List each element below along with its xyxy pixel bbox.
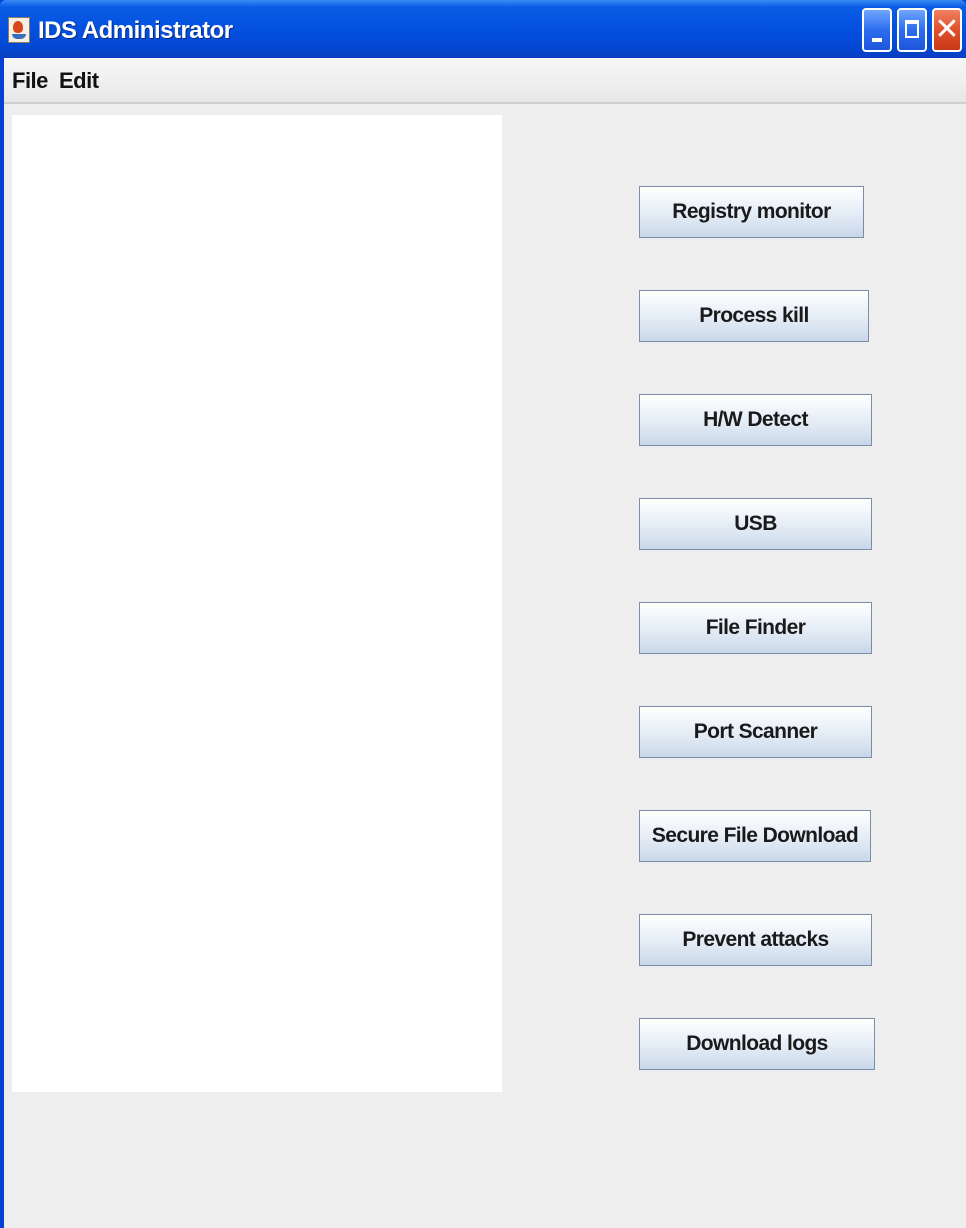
- java-cup-icon[interactable]: [8, 17, 30, 43]
- prevent-attacks-button[interactable]: Prevent attacks: [639, 914, 872, 966]
- download-logs-button[interactable]: Download logs: [639, 1018, 875, 1070]
- close-icon: ✕: [934, 13, 960, 46]
- file-finder-button[interactable]: File Finder: [639, 602, 872, 654]
- window-title: IDS Administrator: [38, 17, 233, 44]
- client-area: File Edit Registry monitor Process kill …: [4, 58, 966, 1228]
- minimize-button[interactable]: [862, 8, 892, 52]
- process-kill-button[interactable]: Process kill: [639, 290, 869, 342]
- minimize-icon: [872, 38, 882, 42]
- menu-file[interactable]: File: [12, 68, 48, 94]
- title-bar[interactable]: IDS Administrator ✕: [0, 0, 966, 58]
- app-window: IDS Administrator ✕ File Edit Registry m…: [0, 0, 966, 1228]
- close-button[interactable]: ✕: [932, 8, 962, 52]
- port-scanner-button[interactable]: Port Scanner: [639, 706, 872, 758]
- secure-file-download-button[interactable]: Secure File Download: [639, 810, 871, 862]
- hw-detect-button[interactable]: H/W Detect: [639, 394, 872, 446]
- maximize-icon: [905, 20, 919, 38]
- maximize-button[interactable]: [897, 8, 927, 52]
- usb-button[interactable]: USB: [639, 498, 872, 550]
- output-text-area[interactable]: [12, 115, 502, 1092]
- menu-edit[interactable]: Edit: [59, 68, 99, 94]
- registry-monitor-button[interactable]: Registry monitor: [639, 186, 864, 238]
- menu-bar: File Edit: [4, 58, 966, 104]
